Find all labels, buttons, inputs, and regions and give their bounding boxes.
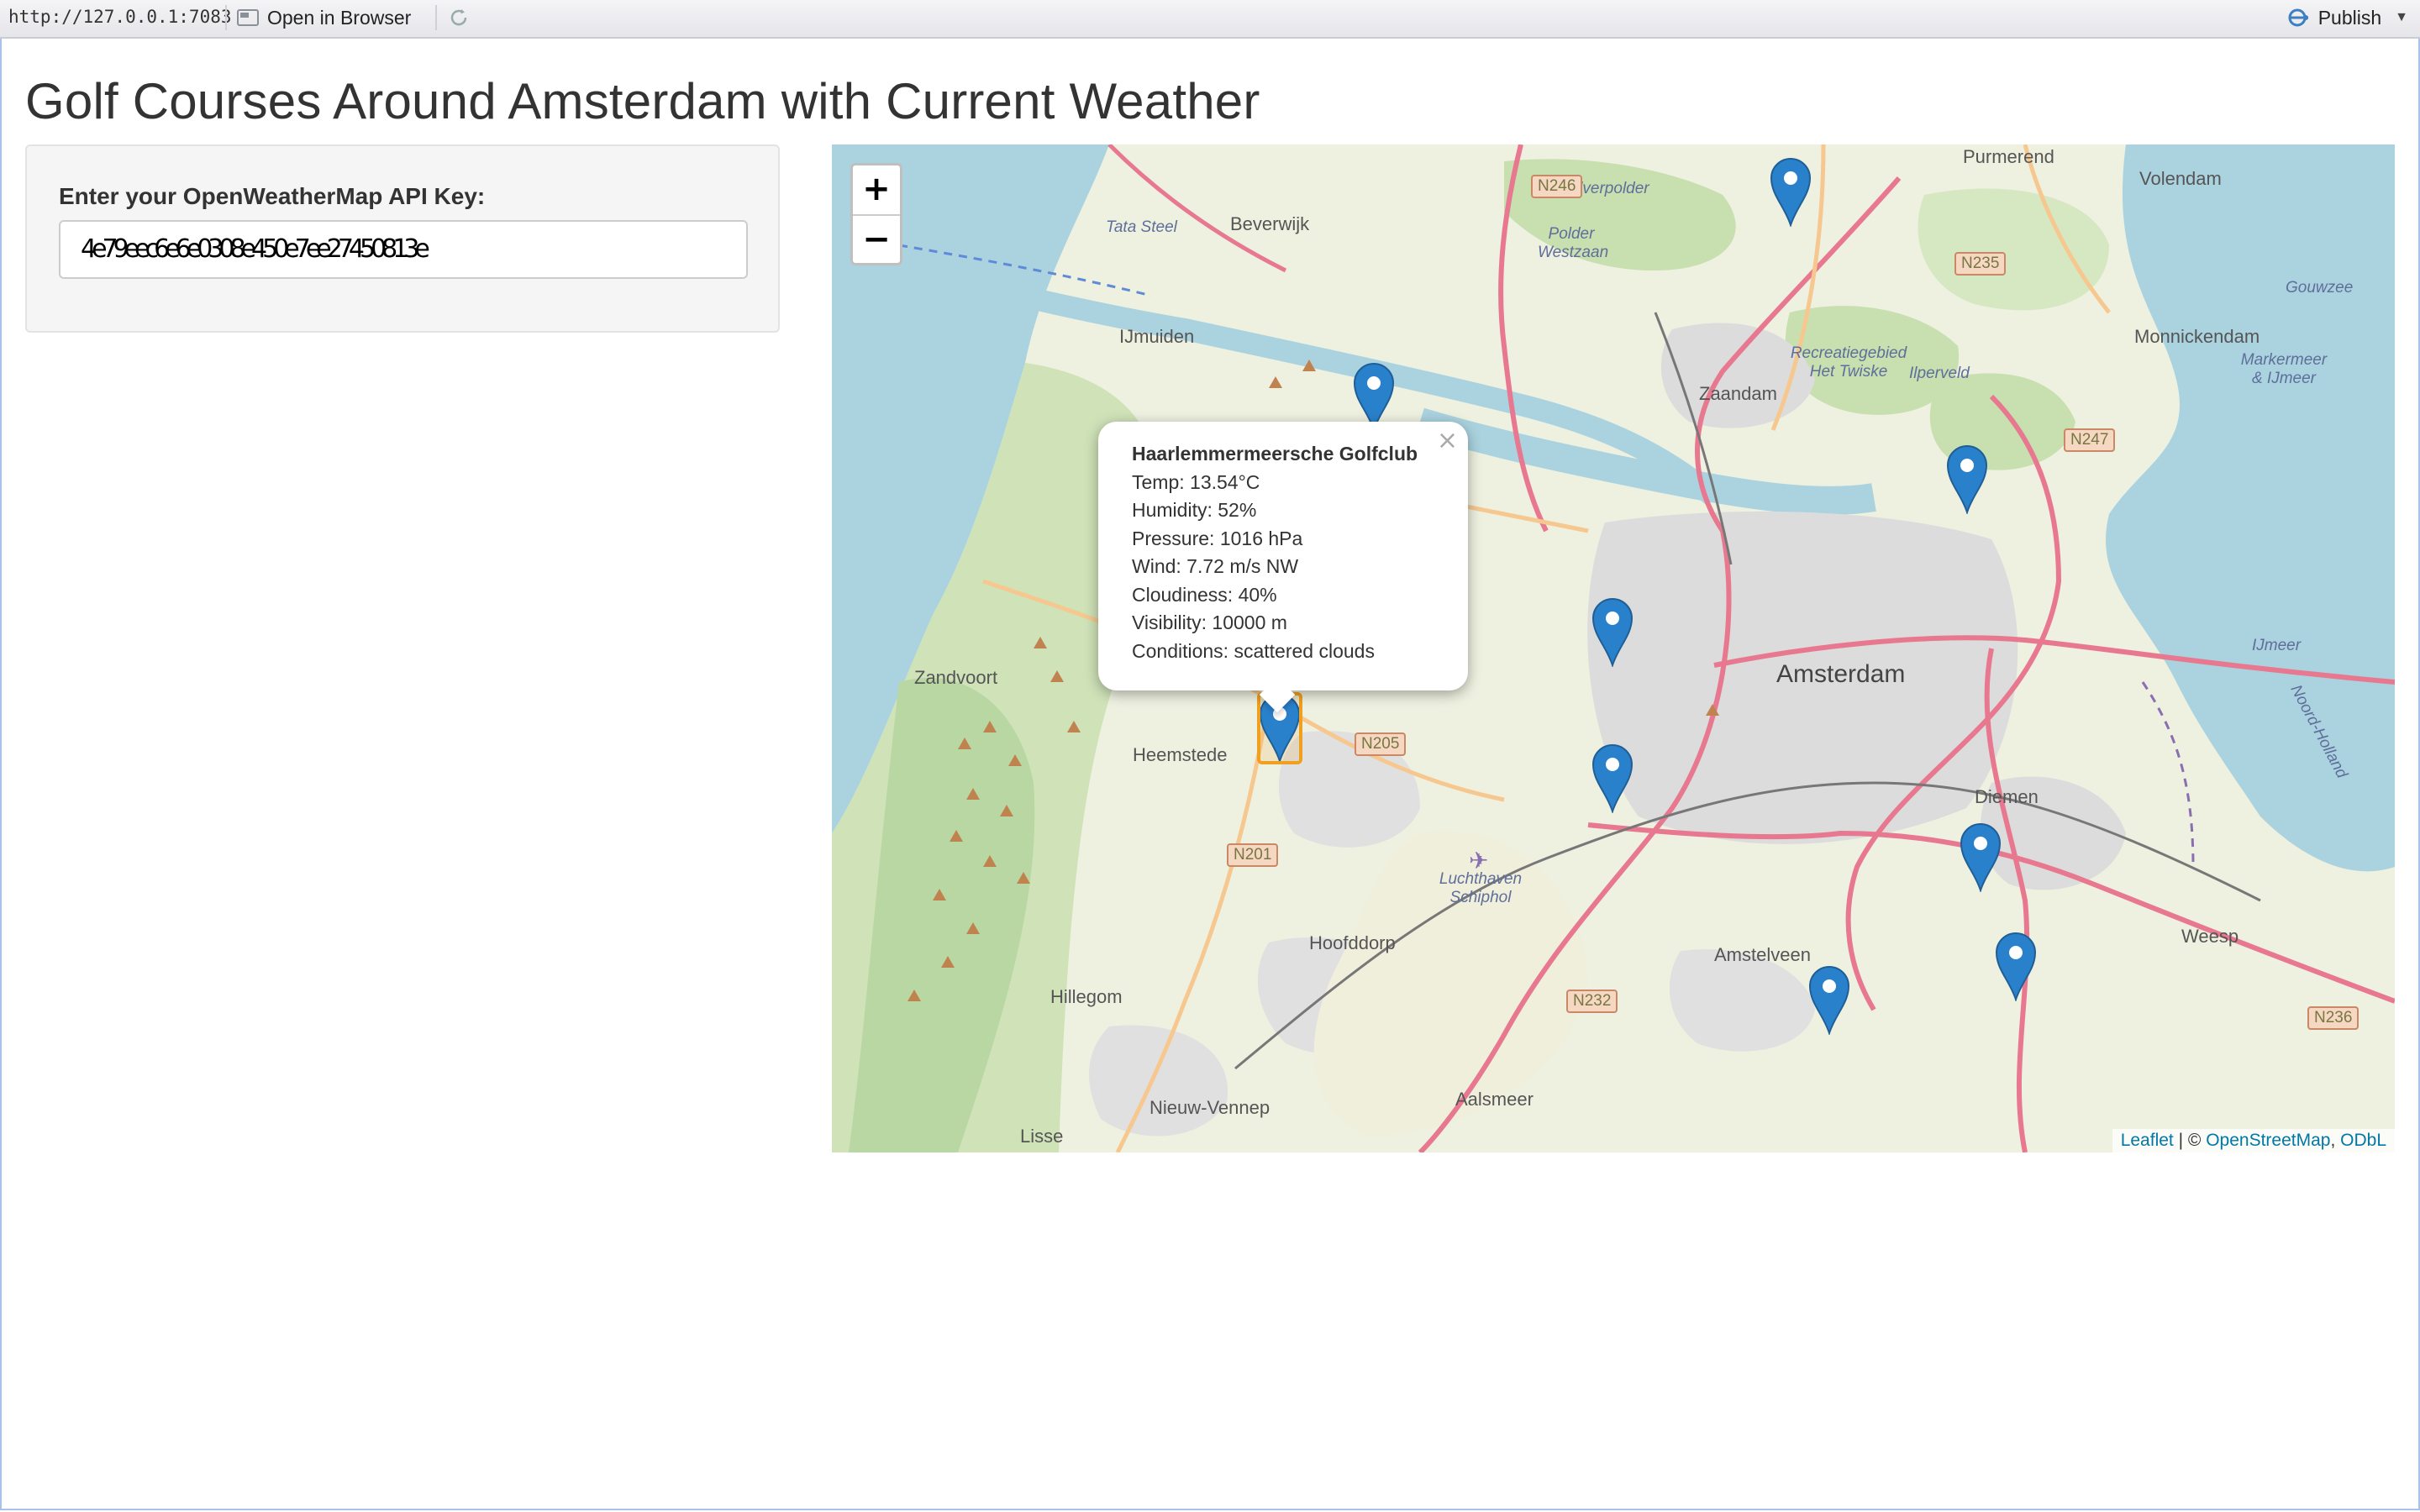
viewer-toolbar: http://127.0.0.1:7083 Open in Browser Pu…: [0, 0, 2420, 39]
place-label: IJmuiden: [1119, 326, 1195, 347]
api-key-input[interactable]: 4e79eec6e6e0308e450e7ee27450813e: [59, 220, 748, 279]
place-label: Gouwzee: [2286, 279, 2354, 297]
golf-course-marker[interactable]: [1591, 744, 1634, 813]
road-badge: N232: [1566, 990, 1618, 1013]
popup-visibility: Visibility: 10000 m: [1132, 612, 1287, 633]
place-label: Lisse: [1020, 1126, 1064, 1147]
place-label: Zaandam: [1699, 383, 1777, 404]
weather-popup: × Haarlemmermeersche Golfclub Temp: 13.5…: [1098, 422, 1468, 713]
openstreetmap-link[interactable]: OpenStreetMap: [2206, 1131, 2330, 1150]
sidebar-panel: Enter your OpenWeatherMap API Key: 4e79e…: [25, 144, 780, 333]
api-key-label: Enter your OpenWeatherMap API Key:: [59, 183, 486, 209]
golf-course-marker[interactable]: [1808, 966, 1850, 1035]
golf-course-marker[interactable]: [1591, 598, 1634, 667]
zoom-in-button[interactable]: +: [853, 165, 900, 216]
popup-temp: Temp: 13.54°C: [1132, 470, 1260, 493]
zoom-out-button[interactable]: −: [853, 216, 900, 265]
place-label: Heemstede: [1133, 744, 1228, 765]
place-label: Luchthaven Schiphol: [1439, 870, 1523, 906]
road-badge: N247: [2064, 428, 2116, 452]
place-label: Markermeer & IJmeer: [2240, 351, 2328, 387]
golf-course-marker[interactable]: [1960, 823, 2002, 892]
leaflet-map[interactable]: ✈ Purmerend Volendam Beverwijk Tata Stee…: [832, 144, 2395, 1152]
publish-icon: [2288, 8, 2308, 27]
place-label: Purmerend: [1963, 146, 2054, 167]
leaflet-link[interactable]: Leaflet: [2121, 1131, 2174, 1150]
place-label: Beverwijk: [1230, 213, 1310, 234]
refresh-icon[interactable]: [447, 6, 471, 29]
place-label: IJmeer: [2252, 637, 2302, 654]
odbl-link[interactable]: ODbL: [2340, 1131, 2386, 1150]
golf-course-marker[interactable]: [1770, 158, 1812, 227]
place-label: Nieuw-Vennep: [1150, 1097, 1270, 1118]
popup-conditions: Conditions: scattered clouds: [1132, 639, 1375, 662]
toolbar-divider: [225, 5, 227, 30]
road-badge: N205: [1355, 732, 1407, 756]
url-display: http://127.0.0.1:7083: [8, 7, 232, 27]
place-label: Amstelveen: [1714, 944, 1811, 965]
golf-course-marker[interactable]: [1946, 445, 1988, 514]
toolbar-divider: [435, 5, 437, 30]
popup-pressure: Pressure: 1016 hPa: [1132, 527, 1303, 549]
open-in-browser-button[interactable]: Open in Browser: [237, 5, 411, 30]
popup-cloudiness: Cloudiness: 40%: [1132, 583, 1277, 606]
place-label: Aalsmeer: [1455, 1089, 1534, 1110]
place-label: Volendam: [2139, 168, 2222, 189]
golf-course-marker[interactable]: [1995, 932, 2037, 1001]
attribution-separator: | ©: [2173, 1131, 2207, 1150]
road-badge: N246: [1531, 175, 1583, 198]
map-attribution: Leaflet | © OpenStreetMap, ODbL: [2112, 1129, 2395, 1152]
popup-course-name: Haarlemmermeersche Golfclub: [1132, 443, 1418, 465]
publish-button[interactable]: Publish ▼: [2286, 5, 2408, 30]
place-label: Hoofddorp: [1309, 932, 1396, 953]
place-label: Hillegom: [1050, 986, 1123, 1007]
zoom-control: + −: [850, 163, 902, 265]
popup-humidity: Humidity: 52%: [1132, 499, 1257, 521]
chevron-down-icon[interactable]: ▼: [2395, 10, 2408, 25]
place-label: Ilperveld: [1909, 365, 1970, 382]
place-label: Monnickendam: [2134, 326, 2260, 347]
road-badge: N236: [2307, 1006, 2360, 1030]
place-label: Amsterdam: [1776, 660, 1906, 688]
place-label: Tata Steel: [1106, 218, 1177, 236]
page-title: Golf Courses Around Amsterdam with Curre…: [25, 73, 1260, 129]
place-label: Zandvoort: [914, 667, 998, 688]
close-icon[interactable]: ×: [1437, 427, 1458, 455]
attribution-comma: ,: [2330, 1131, 2341, 1150]
popup-wind: Wind: 7.72 m/s NW: [1132, 555, 1299, 577]
publish-label: Publish: [2317, 6, 2382, 29]
place-label: Recreatiegebied Het Twiske: [1790, 344, 1907, 381]
place-label: Diemen: [1975, 786, 2039, 807]
open-browser-icon: [237, 9, 259, 26]
road-badge: N235: [1954, 252, 2007, 276]
road-badge: N201: [1227, 843, 1279, 867]
place-label: Weesp: [2181, 926, 2239, 947]
open-in-browser-label: Open in Browser: [267, 6, 412, 29]
place-label: Polder Westzaan: [1538, 225, 1609, 261]
